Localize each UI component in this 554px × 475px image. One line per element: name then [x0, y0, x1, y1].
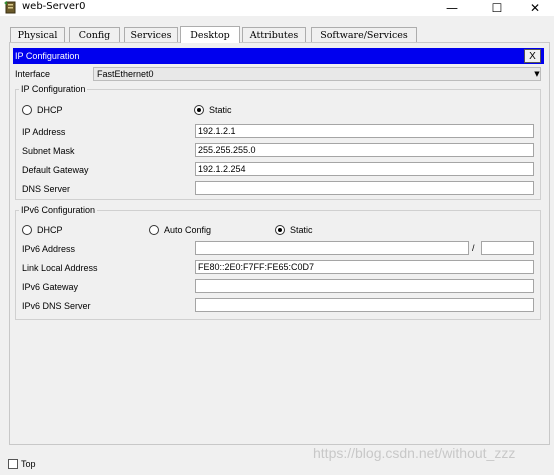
- tab-attributes[interactable]: Attributes: [242, 27, 306, 42]
- ipv6-dns-field[interactable]: [195, 298, 534, 312]
- ipv6-group-title: IPv6 Configuration: [19, 205, 98, 215]
- top-checkbox[interactable]: [8, 459, 18, 469]
- ipv6-gateway-label: IPv6 Gateway: [22, 282, 79, 292]
- ipv6-address-label: IPv6 Address: [22, 244, 76, 254]
- subnet-mask-field[interactable]: 255.255.255.0: [195, 143, 534, 157]
- link-local-field[interactable]: FE80::2E0:F7FF:FE65:C0D7: [195, 260, 534, 274]
- ip-address-label: IP Address: [22, 127, 66, 137]
- ip-address-field[interactable]: 192.1.2.1: [195, 124, 534, 138]
- watermark: https://blog.csdn.net/without_zzz: [313, 445, 516, 461]
- tab-config[interactable]: Config: [69, 27, 120, 42]
- ipv4-static-radio[interactable]: Static: [194, 105, 232, 115]
- radio-unchecked-icon: [22, 105, 32, 115]
- ipv6-dns-label: IPv6 DNS Server: [22, 301, 91, 311]
- ipv6-dhcp-label: DHCP: [37, 225, 63, 235]
- ipv6-auto-config-radio[interactable]: Auto Config: [149, 225, 211, 235]
- maximize-button[interactable]: ☐: [477, 0, 517, 16]
- ipv6-static-radio[interactable]: Static: [275, 225, 313, 235]
- radio-checked-icon: [275, 225, 285, 235]
- ipv4-static-label: Static: [209, 105, 232, 115]
- top-label: Top: [21, 459, 36, 469]
- ipv6-gateway-field[interactable]: [195, 279, 534, 293]
- interface-select[interactable]: FastEthernet0: [93, 67, 541, 81]
- dns-server-label: DNS Server: [22, 184, 71, 194]
- default-gateway-label: Default Gateway: [22, 165, 89, 175]
- minimize-button[interactable]: —: [432, 0, 472, 16]
- link-local-label: Link Local Address: [22, 263, 98, 273]
- prefix-separator: /: [472, 243, 475, 253]
- close-window-button[interactable]: ✕: [515, 0, 554, 16]
- interface-label: Interface: [15, 69, 51, 79]
- subnet-mask-label: Subnet Mask: [22, 146, 75, 156]
- chevron-down-icon[interactable]: ▼: [533, 67, 541, 81]
- close-panel-button[interactable]: X: [524, 49, 541, 63]
- title-bar: web-Server0 — ☐ ✕: [0, 0, 554, 16]
- ipv6-address-field[interactable]: [195, 241, 469, 255]
- ipv6-static-label: Static: [290, 225, 313, 235]
- radio-checked-icon: [194, 105, 204, 115]
- radio-unchecked-icon: [22, 225, 32, 235]
- ipv6-auto-config-label: Auto Config: [164, 225, 212, 235]
- default-gateway-field[interactable]: 192.1.2.254: [195, 162, 534, 176]
- ipv6-dhcp-radio[interactable]: DHCP: [22, 225, 63, 235]
- tab-physical[interactable]: Physical: [10, 27, 65, 42]
- radio-unchecked-icon: [149, 225, 159, 235]
- ip-config-header: IP Configuration: [13, 48, 544, 64]
- server-icon: [4, 1, 16, 14]
- window-title: web-Server0: [22, 1, 86, 12]
- ipv4-dhcp-radio[interactable]: DHCP: [22, 105, 63, 115]
- dns-server-field[interactable]: [195, 181, 534, 195]
- ipv6-prefix-field[interactable]: [481, 241, 534, 255]
- tab-desktop[interactable]: Desktop: [180, 26, 240, 43]
- tab-strip: Physical Config Services Desktop Attribu…: [0, 16, 554, 43]
- ipv4-dhcp-label: DHCP: [37, 105, 63, 115]
- tab-services[interactable]: Services: [124, 27, 178, 42]
- ipv4-group-title: IP Configuration: [19, 84, 88, 94]
- tab-software-services[interactable]: Software/Services: [311, 27, 417, 42]
